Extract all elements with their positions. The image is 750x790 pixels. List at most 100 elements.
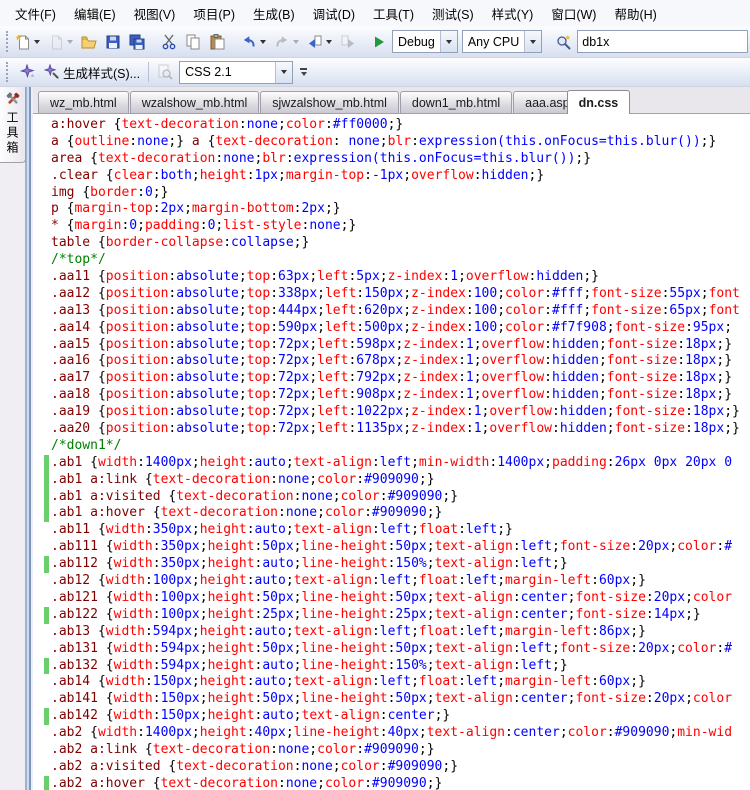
tab-wzalshow_mb-html[interactable]: wzalshow_mb.html [130, 91, 260, 113]
combo-dropdown-button[interactable] [524, 31, 541, 52]
open-file-button[interactable] [77, 29, 101, 55]
start-debugging-button[interactable] [368, 29, 390, 55]
code-line[interactable]: area {text-decoration:none;blr:expressio… [33, 151, 750, 168]
menu-item-window[interactable]: 窗口(W) [542, 0, 605, 27]
menu-item-edit[interactable]: 编辑(E) [65, 0, 125, 27]
combo-dropdown-button[interactable] [275, 62, 292, 83]
navigate-forward-button[interactable] [336, 29, 360, 55]
tab-aaa-asp[interactable]: aaa.asp [513, 91, 574, 113]
gutter-margin [44, 438, 49, 455]
code-line[interactable]: a:hover {text-decoration:none;color:#ff0… [33, 117, 750, 134]
code-line[interactable]: .ab14 {width:150px;height:auto;text-alig… [33, 674, 750, 691]
style-preview-button[interactable] [153, 59, 177, 85]
toolbar-overflow-button[interactable] [297, 61, 310, 83]
code-token: ; [599, 370, 607, 385]
code-line[interactable]: .ab12 {width:100px;height:auto;text-alig… [33, 573, 750, 590]
code-token: 1 [474, 404, 482, 419]
navigate-backward-button[interactable] [303, 29, 336, 55]
code-line[interactable]: .aa16 {position:absolute;top:72px;left:6… [33, 353, 750, 370]
tab-sjwzalshow_mb-html[interactable]: sjwzalshow_mb.html [260, 91, 399, 113]
menu-item-style[interactable]: 样式(Y) [483, 0, 543, 27]
code-line[interactable]: .ab1 a:link {text-decoration:none;color:… [33, 472, 750, 489]
menu-item-file[interactable]: 文件(F) [6, 0, 65, 27]
code-token: font-size [591, 303, 661, 318]
code-line[interactable]: .aa11 {position:absolute;top:63px;left:5… [33, 269, 750, 286]
code-token: none [309, 218, 340, 233]
toolbar-grip[interactable] [6, 62, 13, 82]
find-input[interactable] [577, 30, 748, 53]
code-line[interactable]: p {margin-top:2px;margin-bottom:2px;} [33, 201, 750, 218]
code-line[interactable]: .ab11 {width:350px;height:auto;text-alig… [33, 522, 750, 539]
gutter-margin [44, 269, 49, 286]
code-line[interactable]: .ab122 {width:100px;height:25px;line-hei… [33, 607, 750, 624]
code-line[interactable]: .aa19 {position:absolute;top:72px;left:1… [33, 404, 750, 421]
code-line[interactable]: img {border:0;} [33, 185, 750, 202]
code-token: } [724, 353, 732, 368]
add-item-button[interactable] [44, 29, 77, 55]
code-token: area [51, 151, 90, 166]
code-line[interactable]: .ab2 {width:1400px;height:40px;line-heig… [33, 725, 750, 742]
code-line[interactable]: .ab141 {width:150px;height:50px;line-hei… [33, 691, 750, 708]
code-line[interactable]: .aa13 {position:absolute;top:444px;left:… [33, 303, 750, 320]
code-token: : [270, 353, 278, 368]
code-line[interactable]: .ab2 a:link {text-decoration:none;color:… [33, 742, 750, 759]
tab-down1_mb-html[interactable]: down1_mb.html [400, 91, 512, 113]
code-token: { [98, 421, 106, 436]
code-token: .aa15 [51, 337, 98, 352]
code-line[interactable]: .ab2 a:hover {text-decoration:none;color… [33, 776, 750, 790]
code-line[interactable]: * {margin:0;padding:0;list-style:none;} [33, 218, 750, 235]
code-line[interactable]: .aa20 {position:absolute;top:72px;left:1… [33, 421, 750, 438]
code-line[interactable]: .aa17 {position:absolute;top:72px;left:7… [33, 370, 750, 387]
tab-wz_mb-html[interactable]: wz_mb.html [38, 91, 129, 113]
code-line[interactable]: .aa18 {position:absolute;top:72px;left:9… [33, 387, 750, 404]
code-text: area {text-decoration:none;blr:expressio… [51, 151, 591, 168]
code-line[interactable]: /*down1*/ [33, 438, 750, 455]
solution-platform-combo[interactable]: Any CPU [462, 30, 542, 53]
code-line[interactable]: table {border-collapse:collapse;} [33, 235, 750, 252]
css-version-combo[interactable]: CSS 2.1 [179, 61, 293, 84]
code-line[interactable]: .ab1 a:hover {text-decoration:none;color… [33, 505, 750, 522]
code-line[interactable]: .ab131 {width:594px;height:50px;line-hei… [33, 641, 750, 658]
menu-item-project[interactable]: 项目(P) [184, 0, 244, 27]
tab-dn-css[interactable]: dn.css [567, 90, 631, 114]
menu-item-tools[interactable]: 工具(T) [364, 0, 423, 27]
paste-button[interactable] [205, 29, 229, 55]
code-line[interactable]: .ab142 {width:150px;height:auto;text-ali… [33, 708, 750, 725]
code-line[interactable]: .ab112 {width:350px;height:auto;line-hei… [33, 556, 750, 573]
menu-item-debug[interactable]: 调试(D) [304, 0, 364, 27]
gutter-margin [44, 539, 49, 556]
code-line[interactable]: .ab2 a:visited {text-decoration:none;col… [33, 759, 750, 776]
solution-configuration-combo[interactable]: Debug [392, 30, 458, 53]
code-line[interactable]: .ab121 {width:100px;height:50px;line-hei… [33, 590, 750, 607]
style-sheet-button[interactable] [16, 59, 40, 85]
menu-item-help[interactable]: 帮助(H) [605, 0, 665, 27]
code-line[interactable]: .ab1 a:visited {text-decoration:none;col… [33, 489, 750, 506]
menu-item-view[interactable]: 视图(V) [125, 0, 185, 27]
find-symbol-button[interactable] [552, 29, 576, 55]
build-style-button[interactable]: 生成样式(S)... [40, 59, 144, 85]
save-button[interactable] [101, 29, 125, 55]
code-line[interactable]: .aa14 {position:absolute;top:590px;left:… [33, 320, 750, 337]
code-line[interactable]: .ab13 {width:594px;height:auto;text-alig… [33, 624, 750, 641]
copy-button[interactable] [181, 29, 205, 55]
menu-item-test[interactable]: 测试(S) [423, 0, 483, 27]
combo-dropdown-button[interactable] [440, 31, 457, 52]
code-line[interactable]: a {outline:none;} a {text-decoration: no… [33, 134, 750, 151]
code-line[interactable]: .ab1 {width:1400px;height:auto;text-alig… [33, 455, 750, 472]
code-line[interactable]: .ab111 {width:350px;height:50px;line-hei… [33, 539, 750, 556]
cut-button[interactable] [157, 29, 181, 55]
new-item-button[interactable] [11, 29, 44, 55]
code-line[interactable]: .aa15 {position:absolute;top:72px;left:5… [33, 337, 750, 354]
toolbox-collapsed-tab[interactable]: 工具箱 [0, 87, 26, 163]
undo-button[interactable] [237, 29, 270, 55]
menu-item-build[interactable]: 生成(B) [244, 0, 304, 27]
code-line[interactable]: .clear {clear:both;height:1px;margin-top… [33, 168, 750, 185]
toolbar-grip[interactable] [6, 31, 8, 53]
save-all-button[interactable] [125, 29, 149, 55]
code-editor[interactable]: a:hover {text-decoration:none;color:#ff0… [33, 114, 750, 790]
code-line[interactable]: .ab132 {width:594px;height:auto;line-hei… [33, 658, 750, 675]
redo-button[interactable] [270, 29, 303, 55]
code-line[interactable]: /*top*/ [33, 252, 750, 269]
code-line[interactable]: .aa12 {position:absolute;top:338px;left:… [33, 286, 750, 303]
code-token: 20px [638, 641, 669, 656]
